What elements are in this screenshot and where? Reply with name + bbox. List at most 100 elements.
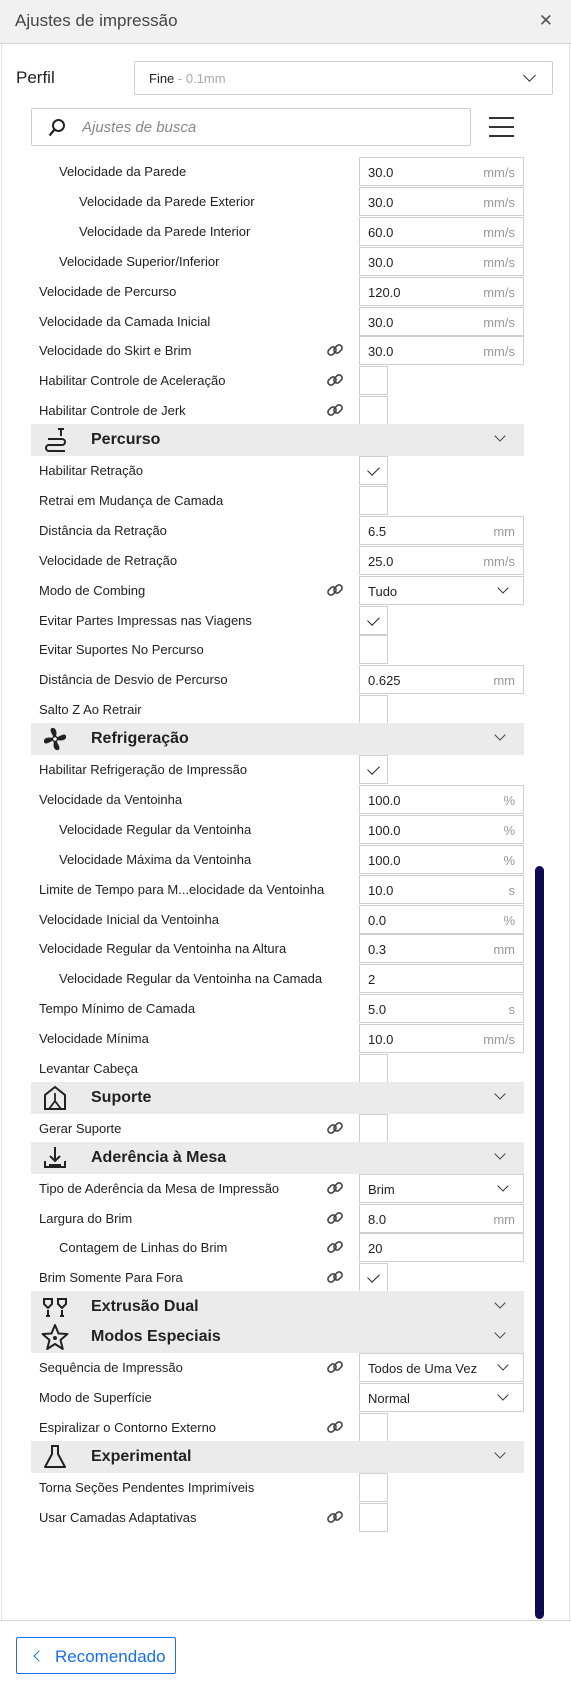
category-aderencia-a-mesa[interactable]: Aderência à Mesa <box>31 1142 524 1174</box>
setting-checkbox[interactable] <box>359 606 388 635</box>
setting-input[interactable]: 0.0% <box>359 905 524 934</box>
category-percurso[interactable]: Percurso <box>31 424 524 456</box>
setting-input[interactable]: 2 <box>359 964 524 993</box>
close-icon[interactable]: ✕ <box>539 11 553 31</box>
setting-checkbox[interactable] <box>359 1503 388 1532</box>
chevron-down-icon <box>494 729 506 741</box>
setting-input[interactable]: 120.0 mm/s <box>359 277 524 306</box>
link-icon[interactable] <box>326 1358 344 1376</box>
search-icon <box>48 119 65 137</box>
search-input[interactable] <box>82 117 452 137</box>
profile-dropdown[interactable]: Fine - 0.1mm <box>134 61 553 95</box>
title-bar: Ajustes de impressão ✕ <box>0 0 571 44</box>
checkmark-icon <box>367 463 380 476</box>
category-suporte[interactable]: Suporte <box>31 1082 524 1114</box>
link-icon[interactable] <box>326 341 344 359</box>
setting-value: 8.0 <box>368 1212 387 1227</box>
category-refrigeracao[interactable]: Refrigeração <box>31 723 524 755</box>
category-label: Suporte <box>91 1089 152 1106</box>
link-icon[interactable] <box>326 1418 344 1436</box>
setting-label: Habilitar Retração <box>39 463 144 478</box>
setting-input[interactable]: 30.0 mm/s <box>359 247 524 276</box>
chevron-down-icon <box>497 582 509 594</box>
link-icon[interactable] <box>326 1238 344 1256</box>
setting-dropdown[interactable]: Tudo <box>359 576 524 605</box>
setting-checkbox[interactable] <box>359 456 388 485</box>
setting-row-velocidade-de-percurso: Velocidade de Percurso 120.0 mm/s <box>0 275 530 307</box>
setting-input[interactable]: 10.0 s <box>359 875 524 904</box>
chevron-down-icon <box>494 1327 506 1339</box>
setting-input[interactable]: 8.0 mm <box>359 1204 524 1233</box>
setting-unit: s <box>508 1002 516 1017</box>
setting-input[interactable]: 30.0 mm/s <box>359 187 524 216</box>
setting-input[interactable]: 5.0 s <box>359 994 524 1023</box>
setting-row-espiralizar-o-contorno-externo: Espiralizar o Contorno Externo <box>0 1411 530 1443</box>
link-icon[interactable] <box>326 1179 344 1197</box>
setting-unit: mm/s <box>483 285 515 300</box>
setting-checkbox[interactable] <box>359 366 388 395</box>
setting-dropdown[interactable]: Brim <box>359 1174 524 1203</box>
chevron-left-icon <box>33 1650 45 1662</box>
link-icon[interactable] <box>326 1119 344 1137</box>
category-modos-especiais[interactable]: Modos Especiais <box>31 1321 524 1353</box>
recommended-button[interactable]: Recomendado <box>16 1637 176 1674</box>
setting-row-velocidade-minima: Velocidade Mínima 10.0 mm/s <box>0 1022 530 1054</box>
setting-input[interactable]: 0.3 mm <box>359 934 524 963</box>
setting-value: 0.3 <box>368 942 387 957</box>
link-icon[interactable] <box>326 581 344 599</box>
setting-value: 0.625 <box>368 673 401 688</box>
setting-input[interactable]: 60.0 mm/s <box>359 217 524 246</box>
setting-checkbox[interactable] <box>359 1473 388 1502</box>
setting-checkbox[interactable] <box>359 755 388 784</box>
setting-checkbox[interactable] <box>359 695 388 724</box>
scrollbar[interactable] <box>535 866 544 1619</box>
setting-label: Velocidade Inicial da Ventoinha <box>39 912 219 927</box>
setting-checkbox[interactable] <box>359 1114 388 1143</box>
setting-label: Habilitar Refrigeração de Impressão <box>39 762 248 777</box>
setting-row-velocidade-da-parede: Velocidade da Parede 30.0 mm/s <box>0 155 530 187</box>
setting-dropdown[interactable]: Todos de Uma Vez <box>359 1353 524 1382</box>
setting-unit: mm/s <box>483 554 515 569</box>
setting-input[interactable]: 30.0 mm/s <box>359 307 524 336</box>
setting-input[interactable]: 20 <box>359 1233 524 1262</box>
setting-checkbox[interactable] <box>359 1413 388 1442</box>
setting-input[interactable]: 100.0% <box>359 785 524 814</box>
setting-input[interactable]: 30.0 mm/s <box>359 336 524 365</box>
setting-label: Brim Somente Para Fora <box>39 1270 183 1285</box>
link-icon[interactable] <box>326 1268 344 1286</box>
setting-dropdown[interactable]: Normal <box>359 1383 524 1412</box>
setting-label: Velocidade do Skirt e Brim <box>39 343 192 358</box>
link-icon[interactable] <box>326 1209 344 1227</box>
setting-input[interactable]: 25.0 mm/s <box>359 546 524 575</box>
search-box[interactable] <box>31 108 471 146</box>
setting-input[interactable]: 10.0 mm/s <box>359 1024 524 1053</box>
link-icon[interactable] <box>326 1508 344 1526</box>
link-icon[interactable] <box>326 371 344 389</box>
setting-label: Velocidade Regular da Ventoinha na Camad… <box>59 971 323 986</box>
setting-checkbox[interactable] <box>359 486 388 515</box>
setting-value: 5.0 <box>368 1002 387 1017</box>
setting-checkbox[interactable] <box>359 396 388 425</box>
category-experimental[interactable]: Experimental <box>31 1441 524 1473</box>
setting-row-evitar-partes-impressas-nas-viagens: Evitar Partes Impressas nas Viagens <box>0 604 530 636</box>
setting-checkbox[interactable] <box>359 635 388 664</box>
setting-label: Velocidade da Ventoinha <box>39 792 183 807</box>
setting-input[interactable]: 6.5 mm <box>359 516 524 545</box>
setting-input[interactable]: 30.0 mm/s <box>359 157 524 186</box>
setting-label: Largura do Brim <box>39 1211 133 1226</box>
category-extrusao-dual[interactable]: Extrusão Dual <box>31 1291 524 1323</box>
setting-value: 100.0 <box>368 853 401 868</box>
setting-input[interactable]: 0.625 mm <box>359 665 524 694</box>
setting-row-gerar-suporte: Gerar Suporte <box>0 1112 530 1144</box>
setting-input[interactable]: 100.0% <box>359 815 524 844</box>
chevron-down-icon <box>523 69 536 82</box>
chevron-down-icon <box>497 1180 509 1192</box>
settings-menu-icon[interactable] <box>489 116 515 138</box>
setting-input[interactable]: 100.0% <box>359 845 524 874</box>
setting-label: Velocidade Regular da Ventoinha na Altur… <box>39 941 287 956</box>
setting-checkbox[interactable] <box>359 1054 388 1083</box>
setting-checkbox[interactable] <box>359 1263 388 1292</box>
setting-value: 30.0 <box>368 195 394 210</box>
link-icon[interactable] <box>326 401 344 419</box>
chevron-down-icon <box>494 430 506 442</box>
